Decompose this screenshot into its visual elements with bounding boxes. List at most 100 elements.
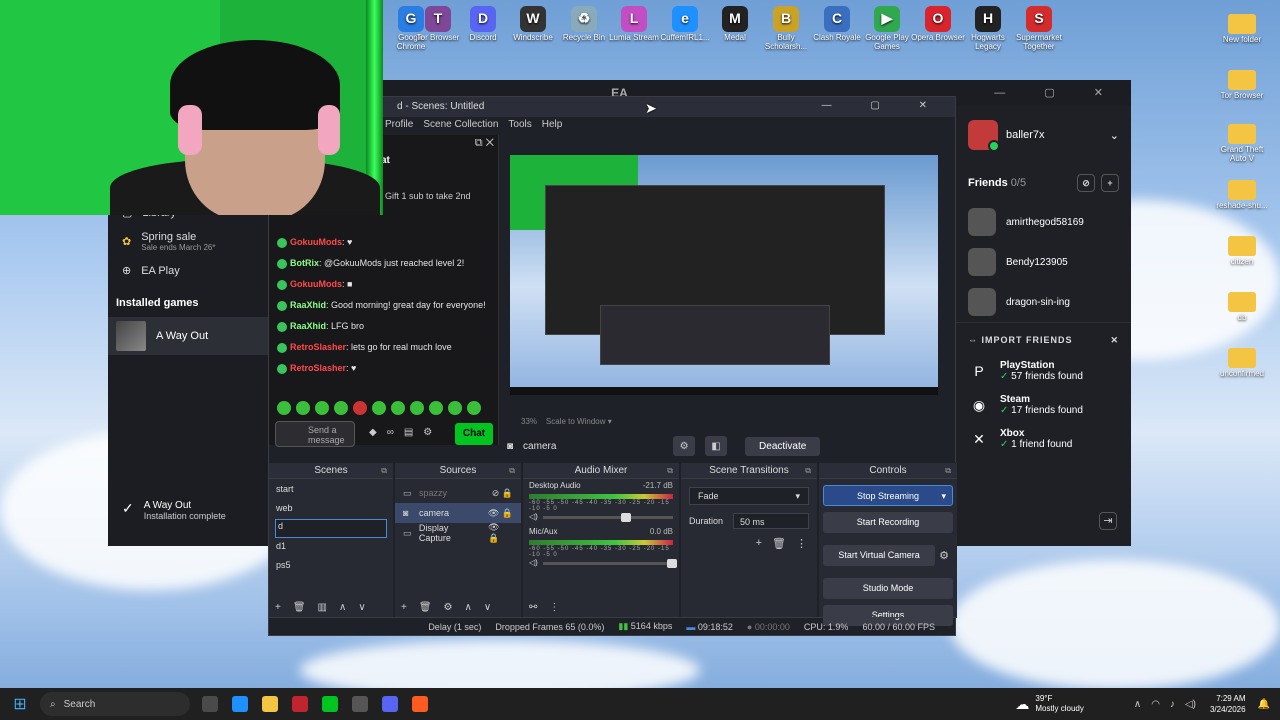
notification-icon[interactable]: 🔔 <box>1258 699 1270 710</box>
add-icon[interactable]: + <box>275 602 281 613</box>
store-icon[interactable]: ▤ <box>404 427 413 438</box>
taskbar-search[interactable]: ⌕ Search <box>40 692 190 716</box>
desktop-icon[interactable]: ▶ Google Play Games <box>859 6 915 52</box>
taskbar-app-icon[interactable] <box>262 696 278 712</box>
taskbar-app-icon[interactable] <box>232 696 248 712</box>
scene-item[interactable]: d1 <box>269 538 393 557</box>
chat-username[interactable]: RetroSlasher <box>290 342 346 352</box>
scene-item[interactable]: d <box>275 519 387 538</box>
desktop-folder[interactable]: unconfirmed <box>1214 344 1270 379</box>
infinity-icon[interactable]: ∞ <box>387 427 394 438</box>
filter-icon[interactable]: ▥ <box>318 602 327 613</box>
chevron-up-icon[interactable]: ∧ <box>1134 699 1141 710</box>
desktop-icon[interactable]: ♻ Recycle Bin <box>556 6 612 43</box>
platform-item[interactable]: ◉ Steam ✓ 17 friends found <box>956 388 1131 422</box>
desktop-icon[interactable]: e CuffemIRL1... <box>657 6 713 43</box>
desktop-folder[interactable]: Tor Browser <box>1214 66 1270 101</box>
friend-item[interactable]: amirthegod58169 <box>956 202 1131 242</box>
emote[interactable] <box>277 401 291 415</box>
desktop-folder[interactable]: citizen <box>1214 232 1270 267</box>
slider-handle[interactable] <box>666 559 677 568</box>
gear-icon[interactable]: ⚙ <box>423 427 432 438</box>
dock-close-icon[interactable]: ⧉ ✕ <box>475 137 494 150</box>
taskbar-app-icon[interactable] <box>382 696 398 712</box>
collapse-panel-icon[interactable]: ⇥ <box>1099 512 1117 530</box>
microphone-icon[interactable]: ♪ <box>1170 699 1175 710</box>
gear-icon[interactable]: ⚙ <box>939 549 949 562</box>
volume-slider[interactable] <box>543 513 673 522</box>
stop-streaming-button[interactable]: Stop Streaming ▾ <box>823 485 953 506</box>
friend-item[interactable]: dragon-sin-ing <box>956 282 1131 322</box>
taskbar-app-icon[interactable] <box>202 696 218 712</box>
desktop-folder[interactable]: New folder <box>1214 10 1270 45</box>
up-icon[interactable]: ∧ <box>339 602 346 613</box>
platform-item[interactable]: P PlayStation ✓ 57 friends found <box>956 354 1131 388</box>
emote[interactable] <box>296 401 310 415</box>
chat-username[interactable]: RetroSlasher <box>290 363 346 373</box>
studio-mode-button[interactable]: Studio Mode <box>823 578 953 599</box>
source-item[interactable]: ◙ camera 👁 🔒 <box>395 503 521 523</box>
more-icon[interactable]: ⋮ <box>549 602 559 613</box>
clock[interactable]: 7:29 AM 3/24/2026 <box>1210 693 1246 715</box>
gear-icon[interactable]: ⚙ <box>673 436 696 456</box>
chat-username[interactable]: GokuuMods <box>290 237 342 247</box>
taskbar-app-icon[interactable] <box>292 696 308 712</box>
emote[interactable] <box>353 401 367 415</box>
link-icon[interactable]: ⚯ <box>529 602 537 613</box>
preview-zoom-bar[interactable]: 33% Scale to Window ▾ <box>521 417 612 426</box>
add-friend-icon[interactable]: + <box>1101 174 1119 192</box>
hide-icon[interactable]: ⊘ <box>1077 174 1095 192</box>
desktop-icon[interactable]: M Medal <box>707 6 763 43</box>
desktop-icon[interactable]: L Lumia Stream <box>606 6 662 43</box>
platform-item[interactable]: ✕ Xbox ✓ 1 friend found <box>956 422 1131 456</box>
emote[interactable] <box>334 401 348 415</box>
desktop-icon[interactable]: S Supermarket Together <box>1011 6 1067 52</box>
wifi-icon[interactable]: ◠ <box>1151 699 1160 710</box>
desktop-icon[interactable]: H Hogwarts Legacy <box>960 6 1016 52</box>
scene-item[interactable]: web <box>269 500 393 519</box>
emote[interactable] <box>372 401 386 415</box>
scene-item[interactable]: start <box>269 481 393 500</box>
desktop-icon[interactable]: B Bully Scholarsh... <box>758 6 814 52</box>
desktop-folder[interactable]: reshade-shu... <box>1214 176 1270 211</box>
slider-handle[interactable] <box>621 513 631 522</box>
ea-nav-ea-play[interactable]: ⊕ EA Play <box>108 258 268 283</box>
close-icon[interactable]: ✕ <box>1110 335 1119 346</box>
taskbar-app-icon[interactable] <box>412 696 428 712</box>
eye-icon[interactable]: 👁 🔒 <box>488 508 513 519</box>
trash-icon[interactable]: 🗑 <box>772 537 786 550</box>
filters-icon[interactable]: ◧ <box>705 436 728 456</box>
ea-window-controls[interactable]: — ▢ ✕ <box>994 86 1121 99</box>
desktop-folder[interactable]: db <box>1214 288 1270 323</box>
chat-username[interactable]: RaaXhid <box>290 300 326 310</box>
duration-input[interactable]: 50 ms <box>733 513 809 529</box>
stream-preview[interactable] <box>510 155 938 395</box>
chat-input[interactable]: Send a message <box>275 421 355 447</box>
desktop-icon[interactable]: C Clash Royale <box>809 6 865 43</box>
gear-icon[interactable]: ⚙ <box>444 602 453 613</box>
desktop-folder[interactable]: Grand Theft Auto V <box>1214 120 1270 164</box>
volume-icon[interactable]: ◁) <box>1185 699 1196 710</box>
eye-icon[interactable]: 👁 🔒 <box>488 522 513 544</box>
desktop-icon[interactable]: D Discord <box>455 6 511 43</box>
emote[interactable] <box>410 401 424 415</box>
add-icon[interactable]: + <box>756 537 762 550</box>
chat-username[interactable]: RaaXhid <box>290 321 326 331</box>
obs-window-controls[interactable]: — ▢ ✕ <box>822 100 945 111</box>
emote[interactable] <box>315 401 329 415</box>
scene-item[interactable]: ps5 <box>269 557 393 576</box>
transition-select[interactable]: Fade ▾ <box>689 487 809 505</box>
menu-profile[interactable]: Profile <box>385 119 413 130</box>
source-item[interactable]: ▭ spazzy ⊘ 🔒 <box>395 483 521 503</box>
up-icon[interactable]: ∧ <box>465 602 472 613</box>
deactivate-button[interactable]: Deactivate <box>745 436 821 456</box>
friend-item[interactable]: Bendy123905 <box>956 242 1131 282</box>
trash-icon[interactable]: 🗑 <box>419 602 432 613</box>
installed-game-item[interactable]: A Way Out <box>108 317 268 355</box>
ea-nav-spring-sale[interactable]: ✿ Spring sale Sale ends March 26* <box>108 225 268 258</box>
weather-widget[interactable]: ☁ 39°F Mostly cloudy <box>1015 694 1083 714</box>
down-icon[interactable]: ∨ <box>484 602 491 613</box>
add-icon[interactable]: + <box>401 602 407 613</box>
source-item[interactable]: ▭ Display Capture 👁 🔒 <box>395 522 521 544</box>
emote[interactable] <box>448 401 462 415</box>
